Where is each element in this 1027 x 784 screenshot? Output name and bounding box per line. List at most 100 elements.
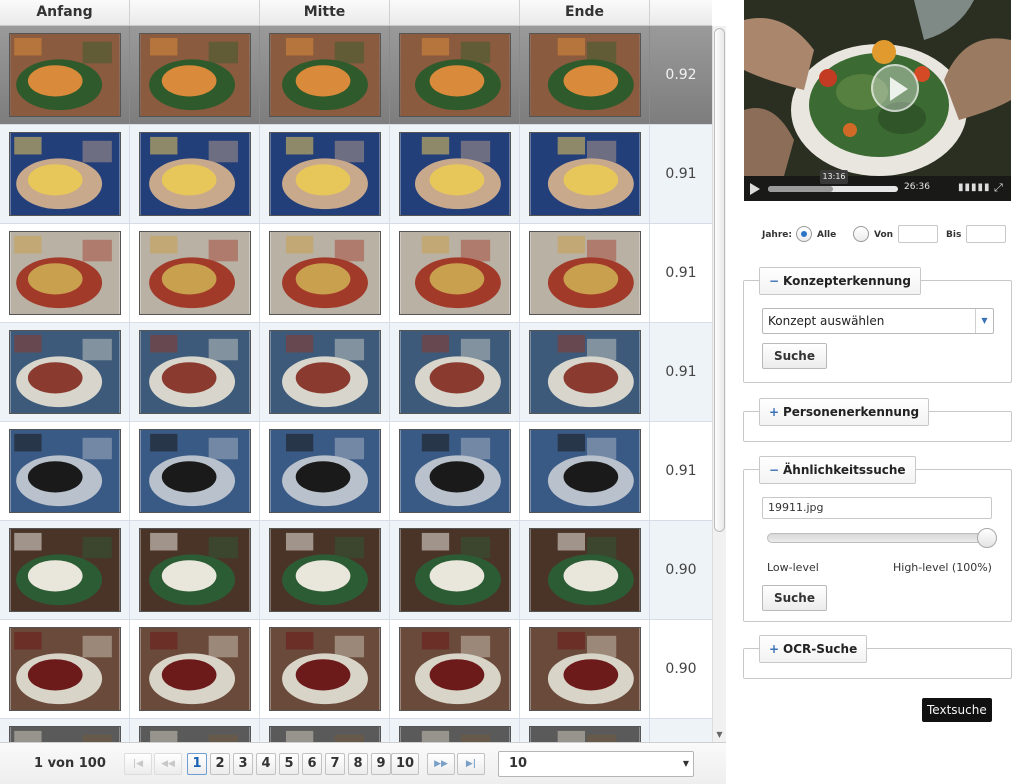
frame-cell[interactable] <box>520 719 650 742</box>
keyframe-thumbnail-frame-mitte[interactable] <box>268 627 381 711</box>
radio-all[interactable] <box>796 226 812 242</box>
page-button-8[interactable]: 8 <box>348 753 368 775</box>
keyframe-thumbnail-frame-2[interactable] <box>138 132 251 216</box>
keyframe-thumbnail-frame-anfang[interactable] <box>8 528 121 612</box>
play-icon[interactable] <box>750 183 760 195</box>
frame-cell[interactable] <box>390 224 520 322</box>
page-button-4[interactable]: 4 <box>256 753 276 775</box>
frame-cell[interactable] <box>0 26 130 124</box>
frame-cell[interactable] <box>0 620 130 718</box>
concept-detection-header[interactable]: − Konzepterkennung <box>759 267 921 295</box>
frame-cell[interactable] <box>260 323 390 421</box>
frame-cell[interactable] <box>390 323 520 421</box>
similarity-search-button[interactable]: Suche <box>762 585 827 611</box>
frame-cell[interactable] <box>260 719 390 742</box>
first-page-button[interactable]: |◀ <box>124 753 152 775</box>
keyframe-thumbnail-frame-2[interactable] <box>138 726 251 742</box>
table-row[interactable]: 0.92 <box>0 26 712 125</box>
keyframe-thumbnail-frame-4[interactable] <box>398 231 511 315</box>
keyframe-thumbnail-frame-mitte[interactable] <box>268 429 381 513</box>
frame-cell[interactable] <box>0 521 130 619</box>
keyframe-thumbnail-frame-2[interactable] <box>138 231 251 315</box>
similarity-file-input[interactable]: 19911.jpg <box>762 497 992 519</box>
similarity-search-header[interactable]: − Ähnlichkeitssuche <box>759 456 916 484</box>
play-overlay-button[interactable] <box>871 64 919 112</box>
frame-cell[interactable] <box>0 125 130 223</box>
vertical-scrollbar[interactable]: ▲ ▼ <box>712 26 726 742</box>
frame-cell[interactable] <box>260 620 390 718</box>
keyframe-thumbnail-frame-mitte[interactable] <box>268 132 381 216</box>
keyframe-thumbnail-frame-4[interactable] <box>398 33 511 117</box>
keyframe-thumbnail-frame-ende[interactable] <box>528 330 641 414</box>
person-detection-header[interactable]: + Personenerkennung <box>759 398 930 426</box>
year-to-input[interactable] <box>966 225 1006 243</box>
radio-from[interactable] <box>853 226 869 242</box>
feature-level-slider-handle[interactable] <box>977 528 997 548</box>
keyframe-thumbnail-frame-anfang[interactable] <box>8 231 121 315</box>
frame-cell[interactable] <box>390 125 520 223</box>
frame-cell[interactable] <box>260 125 390 223</box>
page-button-10[interactable]: 10 <box>391 753 419 775</box>
page-button-6[interactable]: 6 <box>302 753 322 775</box>
frame-cell[interactable] <box>130 323 260 421</box>
keyframe-thumbnail-frame-ende[interactable] <box>528 231 641 315</box>
prev-page-button[interactable]: ◀◀ <box>154 753 182 775</box>
page-size-select[interactable]: 10 ▼ <box>498 751 694 777</box>
page-button-5[interactable]: 5 <box>279 753 299 775</box>
frame-cell[interactable] <box>390 719 520 742</box>
keyframe-thumbnail-frame-2[interactable] <box>138 528 251 612</box>
table-row[interactable]: 0.91 <box>0 422 712 521</box>
keyframe-thumbnail-frame-anfang[interactable] <box>8 33 121 117</box>
keyframe-thumbnail-frame-anfang[interactable] <box>8 726 121 742</box>
frame-cell[interactable] <box>520 125 650 223</box>
frame-cell[interactable] <box>520 620 650 718</box>
frame-cell[interactable] <box>260 422 390 520</box>
frame-cell[interactable] <box>130 719 260 742</box>
keyframe-thumbnail-frame-ende[interactable] <box>528 33 641 117</box>
keyframe-thumbnail-frame-2[interactable] <box>138 33 251 117</box>
frame-cell[interactable] <box>390 26 520 124</box>
frame-cell[interactable] <box>520 323 650 421</box>
keyframe-thumbnail-frame-ende[interactable] <box>528 132 641 216</box>
concept-select[interactable]: Konzept auswählen ▼ <box>762 308 994 334</box>
ocr-search-header[interactable]: + OCR-Suche <box>759 635 868 663</box>
keyframe-thumbnail-frame-mitte[interactable] <box>268 528 381 612</box>
keyframe-thumbnail-frame-4[interactable] <box>398 726 511 742</box>
frame-cell[interactable] <box>130 422 260 520</box>
frame-cell[interactable] <box>130 521 260 619</box>
frame-cell[interactable] <box>260 26 390 124</box>
table-row[interactable]: 0.90 <box>0 620 712 719</box>
frame-cell[interactable] <box>0 422 130 520</box>
keyframe-thumbnail-frame-4[interactable] <box>398 429 511 513</box>
keyframe-thumbnail-frame-4[interactable] <box>398 330 511 414</box>
next-page-button[interactable]: ▶▶ <box>427 753 455 775</box>
frame-cell[interactable] <box>520 26 650 124</box>
keyframe-thumbnail-frame-2[interactable] <box>138 330 251 414</box>
page-button-3[interactable]: 3 <box>233 753 253 775</box>
table-row[interactable]: 0.91 <box>0 125 712 224</box>
keyframe-thumbnail-frame-ende[interactable] <box>528 726 641 742</box>
keyframe-thumbnail-frame-anfang[interactable] <box>8 330 121 414</box>
keyframe-thumbnail-frame-mitte[interactable] <box>268 33 381 117</box>
keyframe-thumbnail-frame-4[interactable] <box>398 132 511 216</box>
keyframe-thumbnail-frame-4[interactable] <box>398 528 511 612</box>
keyframe-thumbnail-frame-ende[interactable] <box>528 528 641 612</box>
fullscreen-icon[interactable]: ⤢ <box>994 181 1003 195</box>
year-from-input[interactable] <box>898 225 938 243</box>
feature-level-slider[interactable] <box>767 533 989 543</box>
frame-cell[interactable] <box>520 521 650 619</box>
keyframe-thumbnail-frame-4[interactable] <box>398 627 511 711</box>
frame-cell[interactable] <box>260 224 390 322</box>
keyframe-thumbnail-frame-anfang[interactable] <box>8 429 121 513</box>
table-row[interactable]: 0.91 <box>0 224 712 323</box>
frame-cell[interactable] <box>130 26 260 124</box>
keyframe-thumbnail-frame-mitte[interactable] <box>268 231 381 315</box>
keyframe-thumbnail-frame-2[interactable] <box>138 627 251 711</box>
keyframe-thumbnail-frame-anfang[interactable] <box>8 132 121 216</box>
volume-icon[interactable]: ▮▮▮▮▮ <box>958 182 991 193</box>
frame-cell[interactable] <box>390 620 520 718</box>
frame-cell[interactable] <box>0 719 130 742</box>
frame-cell[interactable] <box>260 521 390 619</box>
page-button-7[interactable]: 7 <box>325 753 345 775</box>
frame-cell[interactable] <box>130 125 260 223</box>
